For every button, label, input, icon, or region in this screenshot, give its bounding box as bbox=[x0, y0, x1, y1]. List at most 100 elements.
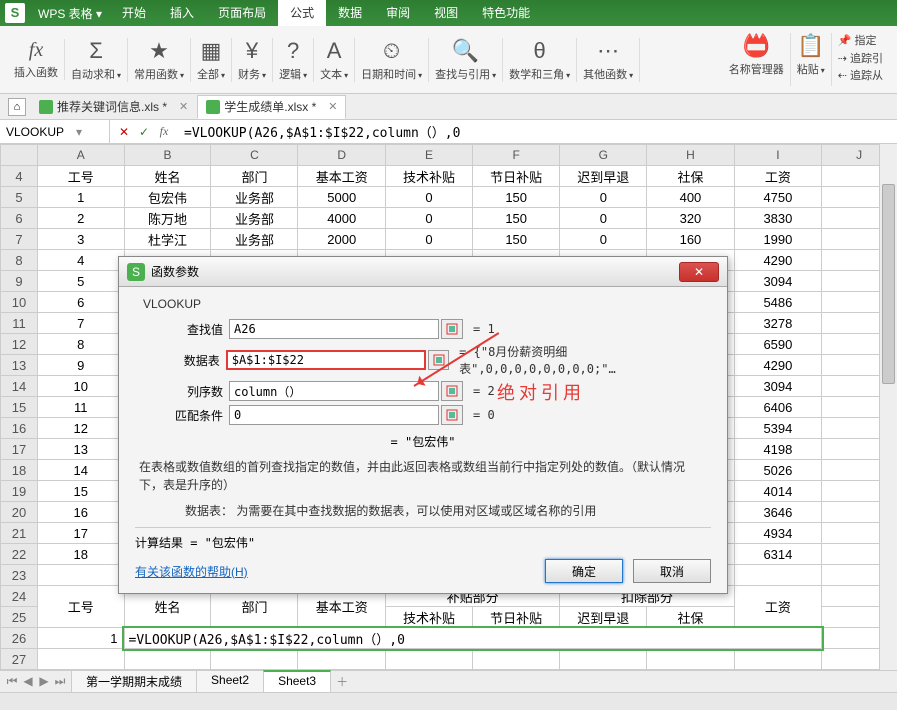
cell[interactable]: 节日补贴 bbox=[473, 607, 560, 628]
menu-tab-插入[interactable]: 插入 bbox=[158, 0, 206, 26]
name-box-dropdown-icon[interactable]: ▾ bbox=[76, 125, 82, 139]
cell[interactable]: 7 bbox=[37, 313, 124, 334]
row-header-26[interactable]: 26 bbox=[1, 628, 38, 649]
cell[interactable]: 业务部 bbox=[211, 187, 298, 208]
cell[interactable]: 姓名 bbox=[124, 166, 211, 187]
home-tab-icon[interactable]: ⌂ bbox=[8, 98, 26, 116]
column-header-D[interactable]: D bbox=[298, 145, 386, 166]
column-header-E[interactable]: E bbox=[386, 145, 473, 166]
row-header-16[interactable]: 16 bbox=[1, 418, 38, 439]
cell[interactable]: 10 bbox=[37, 376, 124, 397]
cell[interactable]: 400 bbox=[647, 187, 734, 208]
cell[interactable]: 150 bbox=[473, 187, 560, 208]
row-header-17[interactable]: 17 bbox=[1, 439, 38, 460]
menu-tab-页面布局[interactable]: 页面布局 bbox=[206, 0, 278, 26]
row-header-8[interactable]: 8 bbox=[1, 250, 38, 271]
cell[interactable]: 5026 bbox=[734, 460, 822, 481]
sheet-nav-last-icon[interactable]: ⏭ bbox=[52, 674, 68, 689]
cell[interactable]: 6 bbox=[37, 292, 124, 313]
row-header-25[interactable]: 25 bbox=[1, 607, 38, 628]
range-select-icon[interactable] bbox=[441, 319, 463, 339]
ribbon-文本[interactable]: A文本 bbox=[314, 38, 355, 82]
cell[interactable]: 5 bbox=[37, 271, 124, 292]
cell[interactable]: 4934 bbox=[734, 523, 822, 544]
sheet-tab-Sheet2[interactable]: Sheet2 bbox=[196, 670, 264, 693]
cell[interactable]: 5000 bbox=[298, 187, 386, 208]
cell[interactable]: 技术补贴 bbox=[386, 166, 473, 187]
ribbon-数学和三角[interactable]: θ数学和三角 bbox=[503, 38, 577, 82]
cell[interactable]: 4000 bbox=[298, 208, 386, 229]
row-header-24[interactable]: 24 bbox=[1, 586, 38, 607]
help-link[interactable]: 有关该函数的帮助(H) bbox=[135, 563, 248, 580]
cell[interactable] bbox=[386, 649, 473, 670]
cell[interactable]: 0 bbox=[386, 208, 473, 229]
cell[interactable]: 0 bbox=[560, 208, 647, 229]
cell[interactable]: 9 bbox=[37, 355, 124, 376]
cell[interactable]: 社保 bbox=[647, 607, 734, 628]
cell[interactable]: 16 bbox=[37, 502, 124, 523]
cell[interactable]: 3 bbox=[37, 229, 124, 250]
cell[interactable]: 社保 bbox=[647, 166, 734, 187]
cell[interactable]: 2 bbox=[37, 208, 124, 229]
row-header-19[interactable]: 19 bbox=[1, 481, 38, 502]
cell[interactable]: 包宏伟 bbox=[124, 187, 211, 208]
ribbon-自动求和[interactable]: Σ自动求和 bbox=[65, 38, 128, 82]
row-header-20[interactable]: 20 bbox=[1, 502, 38, 523]
cell[interactable]: 3094 bbox=[734, 271, 822, 292]
cell[interactable]: 150 bbox=[473, 208, 560, 229]
range-select-icon[interactable] bbox=[441, 381, 463, 401]
ribbon-其他函数[interactable]: ⋯其他函数 bbox=[577, 38, 640, 82]
cell[interactable]: 12 bbox=[37, 418, 124, 439]
cell[interactable]: 11 bbox=[37, 397, 124, 418]
cell[interactable]: 2000 bbox=[298, 229, 386, 250]
cell[interactable]: 4198 bbox=[734, 439, 822, 460]
cell[interactable]: 6406 bbox=[734, 397, 822, 418]
accept-formula-icon[interactable]: ✓ bbox=[134, 125, 154, 139]
row-header-10[interactable]: 10 bbox=[1, 292, 38, 313]
row-header-21[interactable]: 21 bbox=[1, 523, 38, 544]
cell[interactable]: 0 bbox=[386, 229, 473, 250]
row-header-5[interactable]: 5 bbox=[1, 187, 38, 208]
cell[interactable]: 3830 bbox=[734, 208, 822, 229]
row-header-4[interactable]: 4 bbox=[1, 166, 38, 187]
field-input-列序数[interactable] bbox=[229, 381, 439, 401]
formula-input[interactable]: =VLOOKUP(A26,$A$1:$I$22,column（）,0 bbox=[178, 120, 897, 143]
sheet-tab-Sheet3[interactable]: Sheet3 bbox=[263, 670, 331, 693]
cell[interactable] bbox=[734, 565, 822, 586]
cell[interactable]: 4290 bbox=[734, 250, 822, 271]
cell[interactable]: 0 bbox=[386, 187, 473, 208]
cell[interactable]: 工资 bbox=[734, 166, 822, 187]
cell[interactable]: 1 bbox=[37, 187, 124, 208]
cell[interactable] bbox=[560, 649, 647, 670]
close-tab-icon[interactable]: ✕ bbox=[179, 100, 188, 113]
cell[interactable]: 部门 bbox=[211, 166, 298, 187]
ribbon-常用函数[interactable]: ★常用函数 bbox=[128, 38, 191, 82]
menu-tab-审阅[interactable]: 审阅 bbox=[374, 0, 422, 26]
ribbon-插入函数[interactable]: fx插入函数 bbox=[8, 39, 65, 80]
cell[interactable]: 13 bbox=[37, 439, 124, 460]
cell[interactable] bbox=[734, 649, 822, 670]
row-header-12[interactable]: 12 bbox=[1, 334, 38, 355]
menu-tab-公式[interactable]: 公式 bbox=[278, 0, 326, 26]
range-select-icon[interactable] bbox=[441, 405, 463, 425]
menu-tab-数据[interactable]: 数据 bbox=[326, 0, 374, 26]
cell[interactable]: 3094 bbox=[734, 376, 822, 397]
cell[interactable]: 3646 bbox=[734, 502, 822, 523]
cancel-formula-icon[interactable]: ✕ bbox=[114, 125, 134, 139]
cell[interactable]: 15 bbox=[37, 481, 124, 502]
cell[interactable]: 技术补贴 bbox=[386, 607, 473, 628]
sheet-tab-第一学期期末成绩[interactable]: 第一学期期末成绩 bbox=[71, 670, 197, 693]
cell[interactable] bbox=[37, 649, 124, 670]
sheet-nav-first-icon[interactable]: ⏮ bbox=[4, 674, 20, 689]
cell[interactable]: 工号 bbox=[37, 166, 124, 187]
cell[interactable]: 0 bbox=[560, 229, 647, 250]
cell[interactable]: 160 bbox=[647, 229, 734, 250]
cell[interactable]: 4750 bbox=[734, 187, 822, 208]
row-header-18[interactable]: 18 bbox=[1, 460, 38, 481]
ribbon-日期和时间[interactable]: ⏲日期和时间 bbox=[355, 38, 429, 82]
cell[interactable]: 18 bbox=[37, 544, 124, 565]
row-header-6[interactable]: 6 bbox=[1, 208, 38, 229]
cell[interactable]: 工资 bbox=[734, 586, 822, 628]
row-header-23[interactable]: 23 bbox=[1, 565, 38, 586]
scrollbar-thumb[interactable] bbox=[882, 184, 895, 384]
